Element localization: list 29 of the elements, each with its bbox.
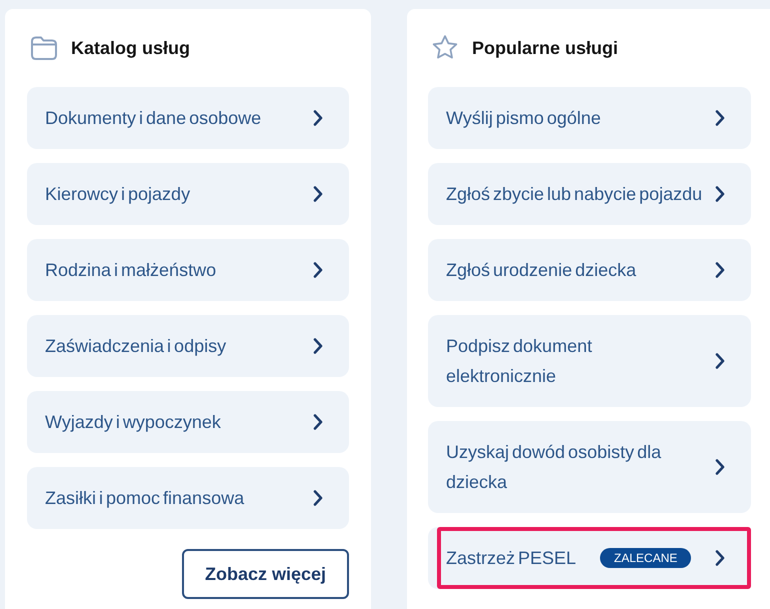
chevron-right-icon [715,550,725,566]
category-link[interactable]: Wyjazdy i wypoczynek [27,391,349,453]
category-link[interactable]: Zasiłki i pomoc finansowa [27,467,349,529]
service-link[interactable]: Zgłoś zbycie lub nabycie pojazdu [428,163,751,225]
card-title: Katalog usług [71,38,190,58]
chevron-right-icon [313,338,323,354]
badge: ZALECANE [600,548,692,568]
chevron-right-icon [715,110,725,126]
service-link[interactable]: Podpisz dokument elektronicznie [428,315,751,407]
chevron-right-icon [313,490,323,506]
chevron-right-icon [715,186,725,202]
chevron-right-icon [715,353,725,369]
chevron-right-icon [313,110,323,126]
chevron-right-icon [313,262,323,278]
service-link[interactable]: Wyślij pismo ogólne [428,87,751,149]
service-link[interactable]: Zastrzeż PESEL ZALECANE [428,527,751,589]
folder-icon [30,35,58,61]
category-link[interactable]: Rodzina i małżeństwo [27,239,349,301]
chevron-right-icon [715,262,725,278]
card-title: Popularne usługi [472,38,618,58]
service-link[interactable]: Uzyskaj dowód osobisty dla dziecka [428,421,751,513]
see-more-button[interactable]: Zobacz więcej [182,549,349,599]
category-link[interactable]: Zaświadczenia i odpisy [27,315,349,377]
service-link[interactable]: Zgłoś urodzenie dziecka [428,239,751,301]
category-link[interactable]: Kierowcy i pojazdy [27,163,349,225]
category-link[interactable]: Dokumenty i dane osobowe [27,87,349,149]
chevron-right-icon [715,459,725,475]
chevron-right-icon [313,414,323,430]
chevron-right-icon [313,186,323,202]
